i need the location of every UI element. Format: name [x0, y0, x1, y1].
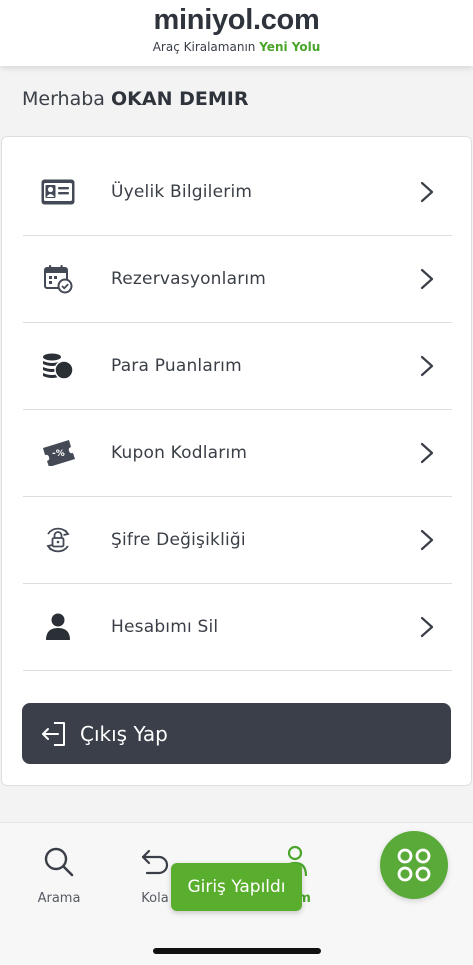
menu-item-membership[interactable]: Üyelik Bilgilerim	[23, 149, 452, 236]
coins-icon	[41, 349, 75, 383]
home-indicator	[153, 948, 321, 954]
menu-item-label: Para Puanlarım	[111, 356, 242, 376]
id-card-icon	[41, 175, 75, 209]
app-header: miniyol.com Araç Kiralamanın Yeni Yolu	[0, 0, 473, 66]
user-name: OKAN DEMIR	[111, 88, 249, 110]
menu-item-points[interactable]: Para Puanlarım	[23, 323, 452, 410]
menu-item-label: Hesabımı Sil	[111, 617, 219, 637]
return-icon	[141, 849, 169, 875]
menu-item-label: Kupon Kodlarım	[111, 443, 248, 463]
menu-item-label: Üyelik Bilgilerim	[111, 182, 253, 202]
svg-text:-%: -%	[52, 449, 65, 459]
search-icon	[44, 847, 74, 877]
menu-item-label: Rezervasyonlarım	[111, 269, 267, 289]
logout-icon	[42, 722, 65, 746]
menu-item-delete-account[interactable]: Hesabımı Sil	[23, 584, 452, 671]
tagline-prefix: Araç Kiralamanın	[152, 40, 256, 54]
coupon-icon: -%	[41, 436, 75, 470]
menu-item-coupons[interactable]: -% Kupon Kodlarım	[23, 410, 452, 497]
calendar-check-icon	[41, 262, 75, 296]
account-menu-card: Üyelik Bilgilerim Rezervasyonlarım Para …	[1, 136, 472, 786]
chevron-right-icon	[420, 442, 434, 464]
tab-search[interactable]: Arama	[14, 845, 104, 906]
chevron-right-icon	[420, 268, 434, 290]
grid-menu-button[interactable]	[380, 831, 448, 899]
chevron-right-icon	[420, 181, 434, 203]
tagline-highlight: Yeni Yolu	[259, 40, 321, 54]
menu-item-reservations[interactable]: Rezervasyonlarım	[23, 236, 452, 323]
chevron-right-icon	[420, 355, 434, 377]
tab-label: Arama	[37, 891, 81, 906]
logout-label: Çıkış Yap	[80, 721, 168, 746]
user-icon	[41, 610, 75, 644]
chevron-right-icon	[420, 529, 434, 551]
menu-item-label: Şifre Değişikliği	[111, 530, 246, 550]
login-success-toast: Giriş Yapıldı	[171, 863, 302, 911]
lock-refresh-icon	[41, 523, 75, 557]
logout-button[interactable]: Çıkış Yap	[22, 703, 451, 764]
greeting-prefix: Merhaba	[22, 88, 105, 110]
brand-tagline: Araç Kiralamanın Yeni Yolu	[0, 40, 473, 54]
chevron-right-icon	[420, 616, 434, 638]
menu-item-password-change[interactable]: Şifre Değişikliği	[23, 497, 452, 584]
grid-menu-icon	[397, 848, 431, 882]
greeting: Merhaba OKAN DEMIR	[22, 88, 248, 110]
brand-logo: miniyol.com	[153, 4, 320, 36]
